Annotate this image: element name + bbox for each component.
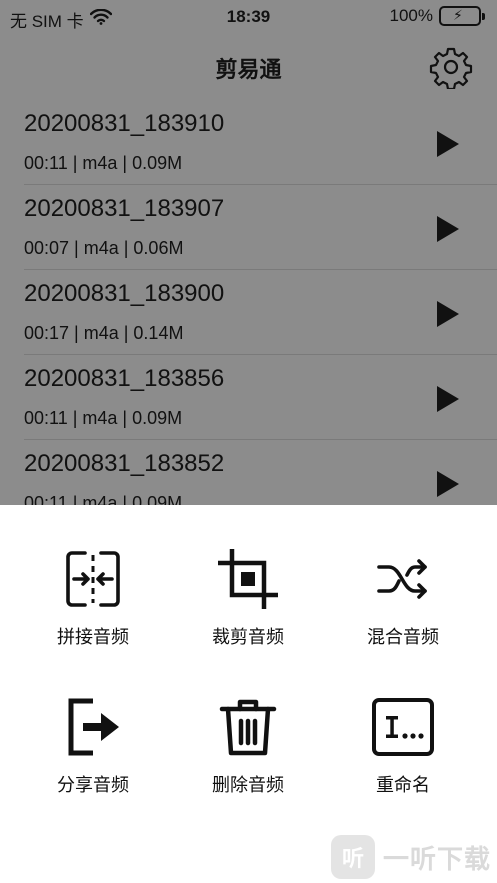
action-sheet: 拼接音频 裁剪音频 混合音频 分享音频 删除音频 重命名 听 一听下载	[0, 505, 497, 883]
app-screen: 无 SIM 卡 18:39 100% ⚡ 剪易通 20200831_183910…	[0, 0, 497, 883]
page-title: 剪易通	[215, 57, 282, 82]
play-icon[interactable]	[435, 470, 461, 498]
list-item[interactable]: 20200831_183910 00:11 | m4a | 0.09M	[24, 100, 497, 185]
rename-audio-button[interactable]: 重命名	[328, 697, 478, 817]
action-label: 混合音频	[367, 627, 439, 647]
watermark-text: 一听下载	[382, 843, 491, 874]
settings-button[interactable]	[429, 45, 473, 91]
battery-cap	[482, 13, 485, 20]
recording-meta: 00:11 | m4a | 0.09M	[24, 493, 183, 505]
action-label: 裁剪音频	[212, 627, 284, 647]
play-icon[interactable]	[435, 130, 461, 158]
list-item[interactable]: 20200831_183856 00:11 | m4a | 0.09M	[24, 355, 497, 440]
charging-icon: ⚡	[453, 7, 463, 23]
merge-audio-button[interactable]: 拼接音频	[18, 549, 168, 669]
status-bar: 无 SIM 卡 18:39 100% ⚡	[0, 0, 497, 34]
share-icon	[68, 698, 119, 756]
recording-name: 20200831_183907	[24, 195, 225, 222]
gear-icon	[429, 47, 473, 91]
recording-list: 20200831_183910 00:11 | m4a | 0.09M 2020…	[0, 100, 497, 505]
crop-audio-button[interactable]: 裁剪音频	[173, 549, 323, 669]
recording-name: 20200831_183900	[24, 280, 225, 307]
shuffle-icon	[377, 559, 427, 599]
merge-icon	[66, 551, 120, 607]
action-label: 重命名	[376, 775, 430, 795]
battery-icon: ⚡	[439, 6, 485, 26]
play-icon[interactable]	[435, 300, 461, 328]
action-label: 拼接音频	[57, 627, 129, 647]
recording-meta: 00:07 | m4a | 0.06M	[24, 238, 184, 258]
watermark-logo: 听	[330, 835, 375, 879]
list-item[interactable]: 20200831_183852 00:11 | m4a | 0.09M	[24, 440, 497, 505]
action-label: 删除音频	[212, 775, 284, 795]
recording-name: 20200831_183852	[24, 450, 225, 477]
nav-bar: 剪易通	[0, 34, 497, 98]
play-icon[interactable]	[435, 385, 461, 413]
share-audio-button[interactable]: 分享音频	[18, 697, 168, 817]
mix-audio-button[interactable]: 混合音频	[328, 549, 478, 669]
status-right: 100% ⚡	[389, 6, 485, 26]
battery-percent: 100%	[389, 6, 433, 25]
watermark: 听 一听下载	[330, 835, 491, 879]
recording-meta: 00:11 | m4a | 0.09M	[24, 153, 183, 173]
recording-meta: 00:17 | m4a | 0.14M	[24, 323, 184, 343]
rename-icon	[372, 698, 434, 756]
play-icon[interactable]	[435, 215, 461, 243]
crop-icon	[218, 549, 278, 609]
delete-audio-button[interactable]: 删除音频	[173, 697, 323, 817]
recording-meta: 00:11 | m4a | 0.09M	[24, 408, 183, 428]
trash-icon	[219, 699, 277, 756]
list-item[interactable]: 20200831_183907 00:07 | m4a | 0.06M	[24, 185, 497, 270]
recording-name: 20200831_183910	[24, 110, 225, 137]
action-label: 分享音频	[57, 775, 129, 795]
dimmed-background[interactable]: 无 SIM 卡 18:39 100% ⚡ 剪易通 20200831_183910…	[0, 0, 497, 505]
recording-name: 20200831_183856	[24, 365, 225, 392]
list-item[interactable]: 20200831_183900 00:17 | m4a | 0.14M	[24, 270, 497, 355]
